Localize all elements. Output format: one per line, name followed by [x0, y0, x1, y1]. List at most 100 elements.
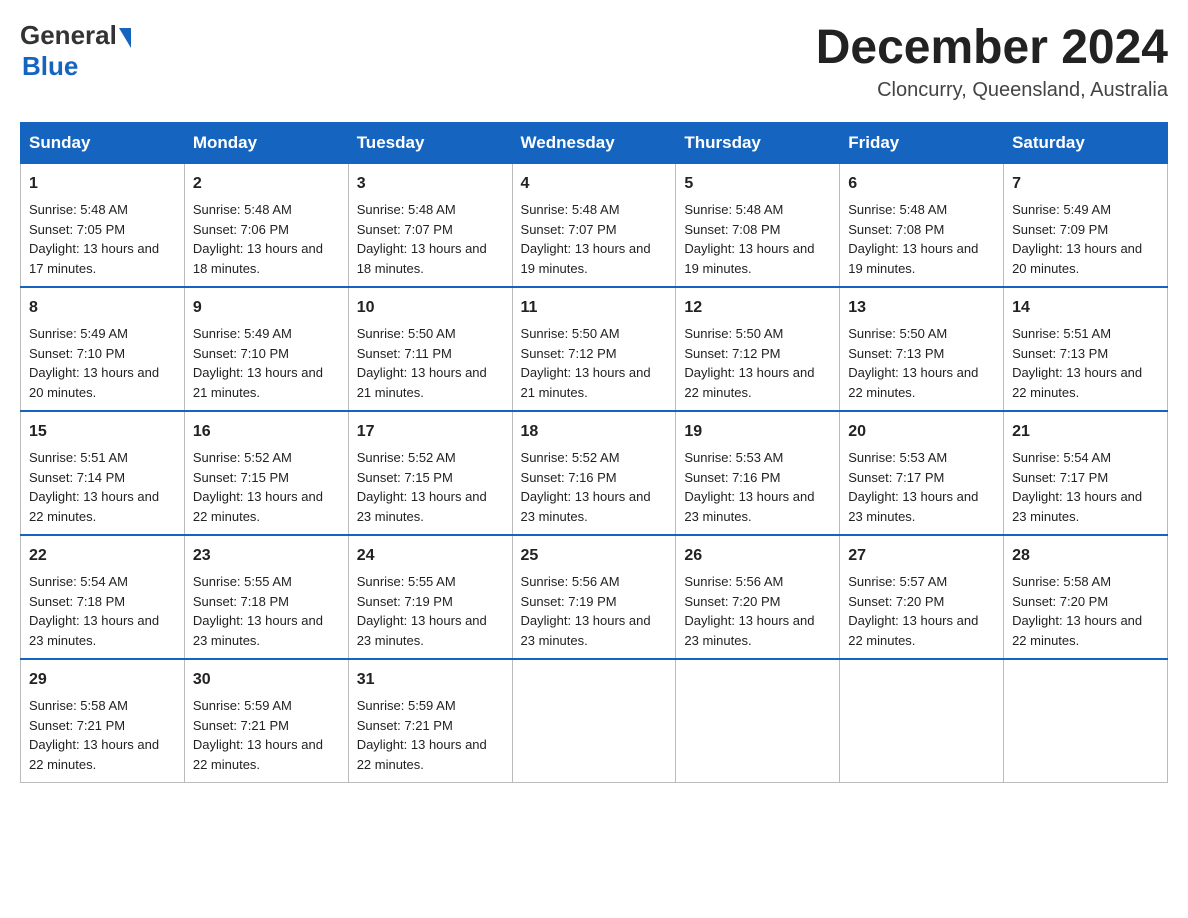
day-number: 28: [1012, 544, 1159, 568]
day-number: 7: [1012, 172, 1159, 196]
daylight-text: Daylight: 13 hours and 18 minutes.: [193, 241, 323, 276]
sunset-text: Sunset: 7:21 PM: [29, 718, 125, 733]
daylight-text: Daylight: 13 hours and 22 minutes.: [1012, 613, 1142, 648]
calendar-day-cell: 16Sunrise: 5:52 AMSunset: 7:15 PMDayligh…: [184, 411, 348, 535]
day-number: 3: [357, 172, 504, 196]
calendar-day-cell: [512, 659, 676, 783]
day-number: 8: [29, 296, 176, 320]
sunrise-text: Sunrise: 5:59 AM: [357, 698, 456, 713]
daylight-text: Daylight: 13 hours and 22 minutes.: [684, 365, 814, 400]
calendar-day-cell: 22Sunrise: 5:54 AMSunset: 7:18 PMDayligh…: [21, 535, 185, 659]
day-number: 22: [29, 544, 176, 568]
day-number: 19: [684, 420, 831, 444]
sunrise-text: Sunrise: 5:48 AM: [684, 202, 783, 217]
weekday-header-friday: Friday: [840, 123, 1004, 164]
day-number: 18: [521, 420, 668, 444]
calendar-day-cell: 6Sunrise: 5:48 AMSunset: 7:08 PMDaylight…: [840, 164, 1004, 288]
daylight-text: Daylight: 13 hours and 23 minutes.: [684, 489, 814, 524]
sunset-text: Sunset: 7:07 PM: [357, 222, 453, 237]
daylight-text: Daylight: 13 hours and 22 minutes.: [357, 737, 487, 772]
day-number: 21: [1012, 420, 1159, 444]
sunrise-text: Sunrise: 5:49 AM: [1012, 202, 1111, 217]
daylight-text: Daylight: 13 hours and 23 minutes.: [29, 613, 159, 648]
day-number: 15: [29, 420, 176, 444]
sunrise-text: Sunrise: 5:50 AM: [357, 326, 456, 341]
sunrise-text: Sunrise: 5:55 AM: [193, 574, 292, 589]
day-number: 26: [684, 544, 831, 568]
calendar-day-cell: [1004, 659, 1168, 783]
calendar-day-cell: [676, 659, 840, 783]
calendar-day-cell: 12Sunrise: 5:50 AMSunset: 7:12 PMDayligh…: [676, 287, 840, 411]
calendar-day-cell: 27Sunrise: 5:57 AMSunset: 7:20 PMDayligh…: [840, 535, 1004, 659]
daylight-text: Daylight: 13 hours and 23 minutes.: [357, 489, 487, 524]
day-number: 24: [357, 544, 504, 568]
sunset-text: Sunset: 7:18 PM: [29, 594, 125, 609]
daylight-text: Daylight: 13 hours and 22 minutes.: [29, 489, 159, 524]
day-number: 2: [193, 172, 340, 196]
weekday-header-saturday: Saturday: [1004, 123, 1168, 164]
day-number: 14: [1012, 296, 1159, 320]
calendar-day-cell: 8Sunrise: 5:49 AMSunset: 7:10 PMDaylight…: [21, 287, 185, 411]
day-number: 31: [357, 668, 504, 692]
daylight-text: Daylight: 13 hours and 21 minutes.: [521, 365, 651, 400]
day-number: 20: [848, 420, 995, 444]
sunrise-text: Sunrise: 5:48 AM: [848, 202, 947, 217]
sunrise-text: Sunrise: 5:49 AM: [29, 326, 128, 341]
day-number: 30: [193, 668, 340, 692]
sunrise-text: Sunrise: 5:48 AM: [29, 202, 128, 217]
sunset-text: Sunset: 7:13 PM: [848, 346, 944, 361]
sunrise-text: Sunrise: 5:53 AM: [684, 450, 783, 465]
sunset-text: Sunset: 7:19 PM: [521, 594, 617, 609]
calendar-day-cell: 10Sunrise: 5:50 AMSunset: 7:11 PMDayligh…: [348, 287, 512, 411]
calendar-week-row: 22Sunrise: 5:54 AMSunset: 7:18 PMDayligh…: [21, 535, 1168, 659]
sunset-text: Sunset: 7:15 PM: [357, 470, 453, 485]
sunset-text: Sunset: 7:15 PM: [193, 470, 289, 485]
sunset-text: Sunset: 7:06 PM: [193, 222, 289, 237]
sunrise-text: Sunrise: 5:55 AM: [357, 574, 456, 589]
sunset-text: Sunset: 7:14 PM: [29, 470, 125, 485]
daylight-text: Daylight: 13 hours and 18 minutes.: [357, 241, 487, 276]
daylight-text: Daylight: 13 hours and 23 minutes.: [684, 613, 814, 648]
daylight-text: Daylight: 13 hours and 22 minutes.: [1012, 365, 1142, 400]
calendar-day-cell: 3Sunrise: 5:48 AMSunset: 7:07 PMDaylight…: [348, 164, 512, 288]
title-block: December 2024 Cloncurry, Queensland, Aus…: [816, 20, 1168, 102]
weekday-header-thursday: Thursday: [676, 123, 840, 164]
day-number: 16: [193, 420, 340, 444]
sunrise-text: Sunrise: 5:58 AM: [29, 698, 128, 713]
sunset-text: Sunset: 7:18 PM: [193, 594, 289, 609]
calendar-day-cell: 15Sunrise: 5:51 AMSunset: 7:14 PMDayligh…: [21, 411, 185, 535]
sunset-text: Sunset: 7:08 PM: [684, 222, 780, 237]
calendar-day-cell: 5Sunrise: 5:48 AMSunset: 7:08 PMDaylight…: [676, 164, 840, 288]
calendar-day-cell: 30Sunrise: 5:59 AMSunset: 7:21 PMDayligh…: [184, 659, 348, 783]
sunrise-text: Sunrise: 5:51 AM: [1012, 326, 1111, 341]
sunrise-text: Sunrise: 5:56 AM: [684, 574, 783, 589]
weekday-header-monday: Monday: [184, 123, 348, 164]
sunset-text: Sunset: 7:12 PM: [684, 346, 780, 361]
daylight-text: Daylight: 13 hours and 19 minutes.: [684, 241, 814, 276]
sunrise-text: Sunrise: 5:59 AM: [193, 698, 292, 713]
calendar-day-cell: 20Sunrise: 5:53 AMSunset: 7:17 PMDayligh…: [840, 411, 1004, 535]
sunset-text: Sunset: 7:21 PM: [193, 718, 289, 733]
daylight-text: Daylight: 13 hours and 21 minutes.: [357, 365, 487, 400]
weekday-header-row: SundayMondayTuesdayWednesdayThursdayFrid…: [21, 123, 1168, 164]
day-number: 12: [684, 296, 831, 320]
day-number: 13: [848, 296, 995, 320]
calendar-day-cell: 9Sunrise: 5:49 AMSunset: 7:10 PMDaylight…: [184, 287, 348, 411]
logo-general-text: General: [20, 20, 117, 51]
sunrise-text: Sunrise: 5:58 AM: [1012, 574, 1111, 589]
sunset-text: Sunset: 7:17 PM: [1012, 470, 1108, 485]
daylight-text: Daylight: 13 hours and 19 minutes.: [848, 241, 978, 276]
sunset-text: Sunset: 7:05 PM: [29, 222, 125, 237]
sunrise-text: Sunrise: 5:57 AM: [848, 574, 947, 589]
sunset-text: Sunset: 7:10 PM: [29, 346, 125, 361]
sunset-text: Sunset: 7:19 PM: [357, 594, 453, 609]
calendar-table: SundayMondayTuesdayWednesdayThursdayFrid…: [20, 122, 1168, 783]
daylight-text: Daylight: 13 hours and 23 minutes.: [1012, 489, 1142, 524]
day-number: 9: [193, 296, 340, 320]
daylight-text: Daylight: 13 hours and 23 minutes.: [521, 489, 651, 524]
sunset-text: Sunset: 7:09 PM: [1012, 222, 1108, 237]
daylight-text: Daylight: 13 hours and 22 minutes.: [193, 489, 323, 524]
daylight-text: Daylight: 13 hours and 19 minutes.: [521, 241, 651, 276]
calendar-week-row: 8 Sunrise: 5:49 AM Sunset: 7:10 PM Daylight…: [21, 287, 1168, 411]
calendar-day-cell: 25Sunrise: 5:56 AMSunset: 7:19 PMDayligh…: [512, 535, 676, 659]
